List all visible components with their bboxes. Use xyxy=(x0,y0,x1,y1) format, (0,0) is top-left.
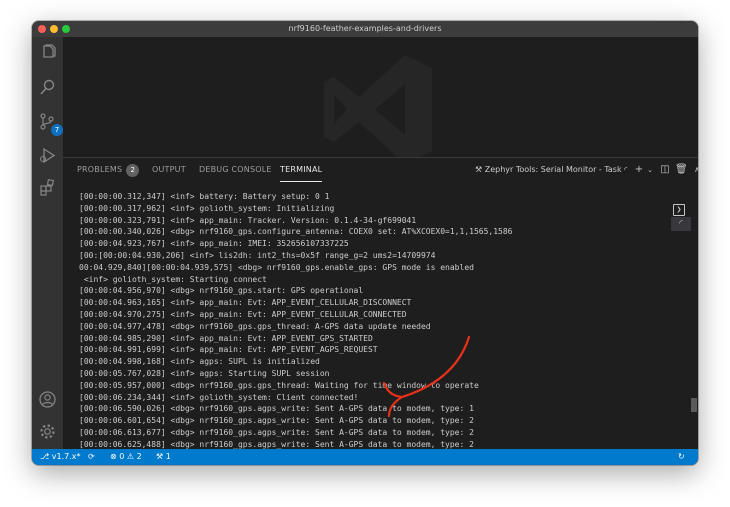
task-label: Zephyr Tools: Serial Monitor - Task xyxy=(484,165,622,174)
terminal-list-item-spinner-icon[interactable]: ◜ xyxy=(671,217,691,231)
tab-problems[interactable]: PROBLEMS 2 xyxy=(77,158,140,182)
terminal-line: [00:00:06.601,654] <dbg> nrf9160_gps.agp… xyxy=(79,416,474,426)
terminal-line: <inf> golioth_system: Starting connect xyxy=(79,274,267,284)
extensions-icon[interactable] xyxy=(37,177,58,198)
terminal-line: [00:00:00.340,026] <dbg> nrf9160_gps.con… xyxy=(79,227,513,237)
branch-name: v1.7.x* xyxy=(51,452,81,461)
explorer-icon[interactable] xyxy=(37,42,58,63)
trash-icon[interactable]: 🗑 xyxy=(675,164,688,176)
editor-area xyxy=(63,37,698,164)
branch-icon: ⎇ xyxy=(40,452,50,461)
bottom-panel: PROBLEMS 2 OUTPUT DEBUG CONSOLE TERMINAL … xyxy=(63,157,698,450)
maximize-panel-chevron-icon[interactable]: ∧ xyxy=(691,164,698,176)
warning-icon: ⚠ xyxy=(126,452,135,461)
problems-indicator[interactable]: ⊗ 0 ⚠ 2 xyxy=(110,449,142,465)
activity-bar: 7 xyxy=(32,37,63,449)
warning-count: 2 xyxy=(136,452,142,461)
tools-indicator[interactable]: ⚒ 1 xyxy=(156,449,171,465)
terminal-dropdown-chevron-icon[interactable]: ⌄ xyxy=(644,164,656,176)
status-bar: ⎇ v1.7.x* ⟳ ⊗ 0 ⚠ 2 ⚒ 1 ↻ xyxy=(32,449,698,465)
loading-spinner-icon: ◜ xyxy=(624,165,628,174)
feedback-icon[interactable]: ↻ xyxy=(678,449,685,465)
terminal-line: [00:[00:00:04.930,206] <inf> lis2dh: int… xyxy=(79,250,436,260)
terminal-list: ❯ ◜ xyxy=(667,186,695,246)
tab-output[interactable]: OUTPUT xyxy=(152,158,186,182)
vscode-window: nrf9160-feather-examples-and-drivers 7 P… xyxy=(32,21,698,465)
terminal-line: 00:04.929,840][00:00:04.939,575] <dbg> n… xyxy=(79,262,474,272)
tab-terminal[interactable]: TERMINAL xyxy=(280,158,323,182)
tools-count: 1 xyxy=(165,452,171,461)
branch-indicator[interactable]: ⎇ v1.7.x* xyxy=(40,449,81,465)
terminal-line: [00:00:04.923,767] <inf> app_main: IMEI:… xyxy=(79,239,349,249)
settings-gear-icon[interactable] xyxy=(37,421,58,442)
tools-icon: ⚒ xyxy=(475,165,483,174)
terminal-output[interactable]: [00:00:00.312,347] <inf> battery: Batter… xyxy=(79,191,649,449)
terminal-line: [00:00:04.985,290] <inf> app_main: Evt: … xyxy=(79,333,373,343)
terminal-line: [00:00:06.625,488] <dbg> nrf9160_gps.agp… xyxy=(79,439,474,449)
terminal-line: [00:00:04.977,478] <dbg> nrf9160_gps.gps… xyxy=(79,321,431,331)
tools-status-icon: ⚒ xyxy=(156,452,164,461)
error-icon: ⊗ xyxy=(110,452,117,461)
split-terminal-icon[interactable]: ◫ xyxy=(659,164,671,176)
source-control-icon[interactable]: 7 xyxy=(37,111,63,136)
terminal-line: [00:00:04.991,699] <inf> app_main: Evt: … xyxy=(79,345,378,355)
tab-problems-label: PROBLEMS xyxy=(77,165,123,174)
account-icon[interactable] xyxy=(37,389,58,410)
source-control-badge: 7 xyxy=(51,124,63,136)
vscode-logo-watermark-icon xyxy=(324,55,432,164)
terminal-line: [00:00:04.963,165] <inf> app_main: Evt: … xyxy=(79,298,412,308)
terminal-line: [00:00:00.317,962] <inf> golioth_system:… xyxy=(79,203,335,213)
terminal-line: [00:00:06.590,026] <dbg> nrf9160_gps.agp… xyxy=(79,404,474,414)
terminal-line: [00:00:00.312,347] <inf> battery: Batter… xyxy=(79,192,330,201)
terminal-line: [00:00:05.957,000] <dbg> nrf9160_gps.gps… xyxy=(79,380,479,390)
terminal-line: [00:00:04.998,168] <inf> agps: SUPL is i… xyxy=(79,357,320,367)
run-debug-icon[interactable] xyxy=(37,145,58,166)
tab-debug-console[interactable]: DEBUG CONSOLE xyxy=(199,158,272,182)
terminal-scrollbar[interactable] xyxy=(691,398,697,412)
terminal-line: [00:00:05.767,028] <inf> agps: Starting … xyxy=(79,368,330,378)
terminal-task-selector[interactable]: ⚒ Zephyr Tools: Serial Monitor - Task ◜ xyxy=(475,158,627,182)
terminal-line: [00:00:00.323,791] <inf> app_main: Track… xyxy=(79,215,417,225)
terminal-line: [00:00:06.234,344] <inf> golioth_system:… xyxy=(79,392,359,402)
problems-count-badge: 2 xyxy=(126,164,140,177)
terminal-line: [00:00:04.956,970] <dbg> nrf9160_gps.sta… xyxy=(79,286,364,296)
title-bar: nrf9160-feather-examples-and-drivers xyxy=(32,21,698,37)
window-title: nrf9160-feather-examples-and-drivers xyxy=(288,24,442,33)
search-icon[interactable] xyxy=(37,77,58,98)
terminal-list-item-icon[interactable]: ❯ xyxy=(673,204,685,216)
terminal-line: [00:00:04.970,275] <inf> app_main: Evt: … xyxy=(79,309,407,319)
sync-icon[interactable]: ⟳ xyxy=(88,449,95,465)
error-count: 0 xyxy=(119,452,125,461)
terminal-line: [00:00:06.613,677] <dbg> nrf9160_gps.agp… xyxy=(79,427,474,437)
